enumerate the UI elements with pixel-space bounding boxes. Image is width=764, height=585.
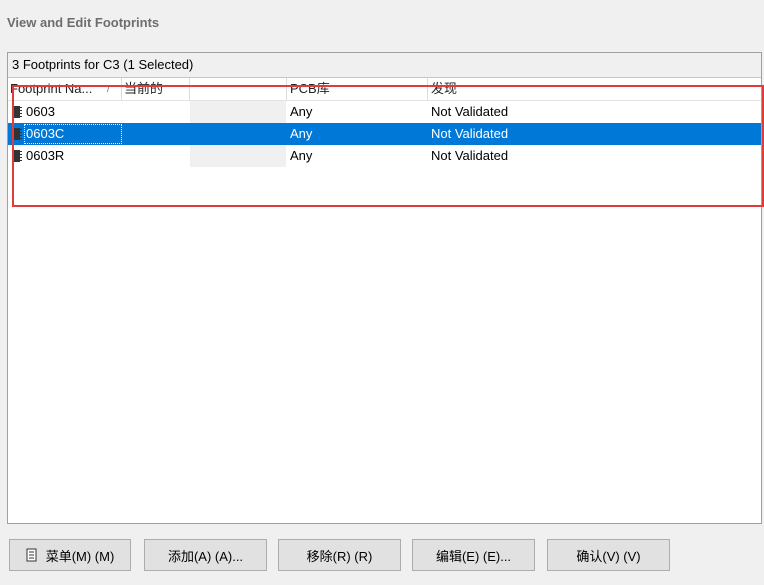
menu-document-icon <box>26 548 37 562</box>
sort-indicator-icon: / <box>107 84 110 94</box>
current-cell <box>124 145 189 167</box>
blank-cell <box>190 123 286 145</box>
blank-cell <box>190 145 286 167</box>
footprint-name: 0603 <box>26 104 55 119</box>
column-header-current[interactable]: 当前的 <box>124 78 190 100</box>
column-header-found[interactable]: 发现 <box>431 78 731 100</box>
section-title: View and Edit Footprints <box>7 15 160 30</box>
current-cell <box>124 101 189 123</box>
footprint-chip-icon <box>12 150 22 162</box>
found-cell: Not Validated <box>431 104 509 119</box>
found-cell: Not Validated <box>431 126 509 141</box>
footprint-name: 0603R <box>26 148 65 163</box>
ok-button[interactable]: 确认(V) (V) <box>547 539 670 571</box>
pcb-library-cell: Any <box>290 104 313 119</box>
remove-button[interactable]: 移除(R) (R) <box>278 539 401 571</box>
edit-button[interactable]: 编辑(E) (E)... <box>412 539 535 571</box>
pcb-library-cell: Any <box>290 126 313 141</box>
column-header-pcb-library[interactable]: PCB库 <box>290 78 428 100</box>
found-cell: Not Validated <box>431 148 509 163</box>
table-row-selected[interactable]: 0603C Any Not Validated <box>8 123 761 145</box>
footprint-chip-icon <box>12 128 22 140</box>
panel-header: 3 Footprints for C3 (1 Selected) <box>8 53 761 78</box>
current-cell <box>124 123 189 145</box>
column-header-footprint-name[interactable]: Footprint Na... / <box>10 78 122 100</box>
column-headers: Footprint Na... / 当前的 PCB库 发现 <box>8 78 761 101</box>
table-row[interactable]: 0603 Any Not Validated <box>8 101 761 123</box>
menu-button-label: 菜单(M) (M) <box>45 548 115 564</box>
column-header-blank[interactable] <box>190 78 287 100</box>
pcb-library-cell: Any <box>290 148 313 163</box>
add-button[interactable]: 添加(A) (A)... <box>144 539 267 571</box>
footprint-chip-icon <box>12 106 22 118</box>
footprint-name: 0603C <box>26 126 65 141</box>
blank-cell <box>190 101 286 123</box>
footprints-panel: 3 Footprints for C3 (1 Selected) Footpri… <box>7 52 762 524</box>
menu-button[interactable]: 菜单(M) (M) <box>9 539 131 571</box>
table-row[interactable]: 0603R Any Not Validated <box>8 145 761 167</box>
column-header-label: Footprint Na... <box>10 81 93 96</box>
